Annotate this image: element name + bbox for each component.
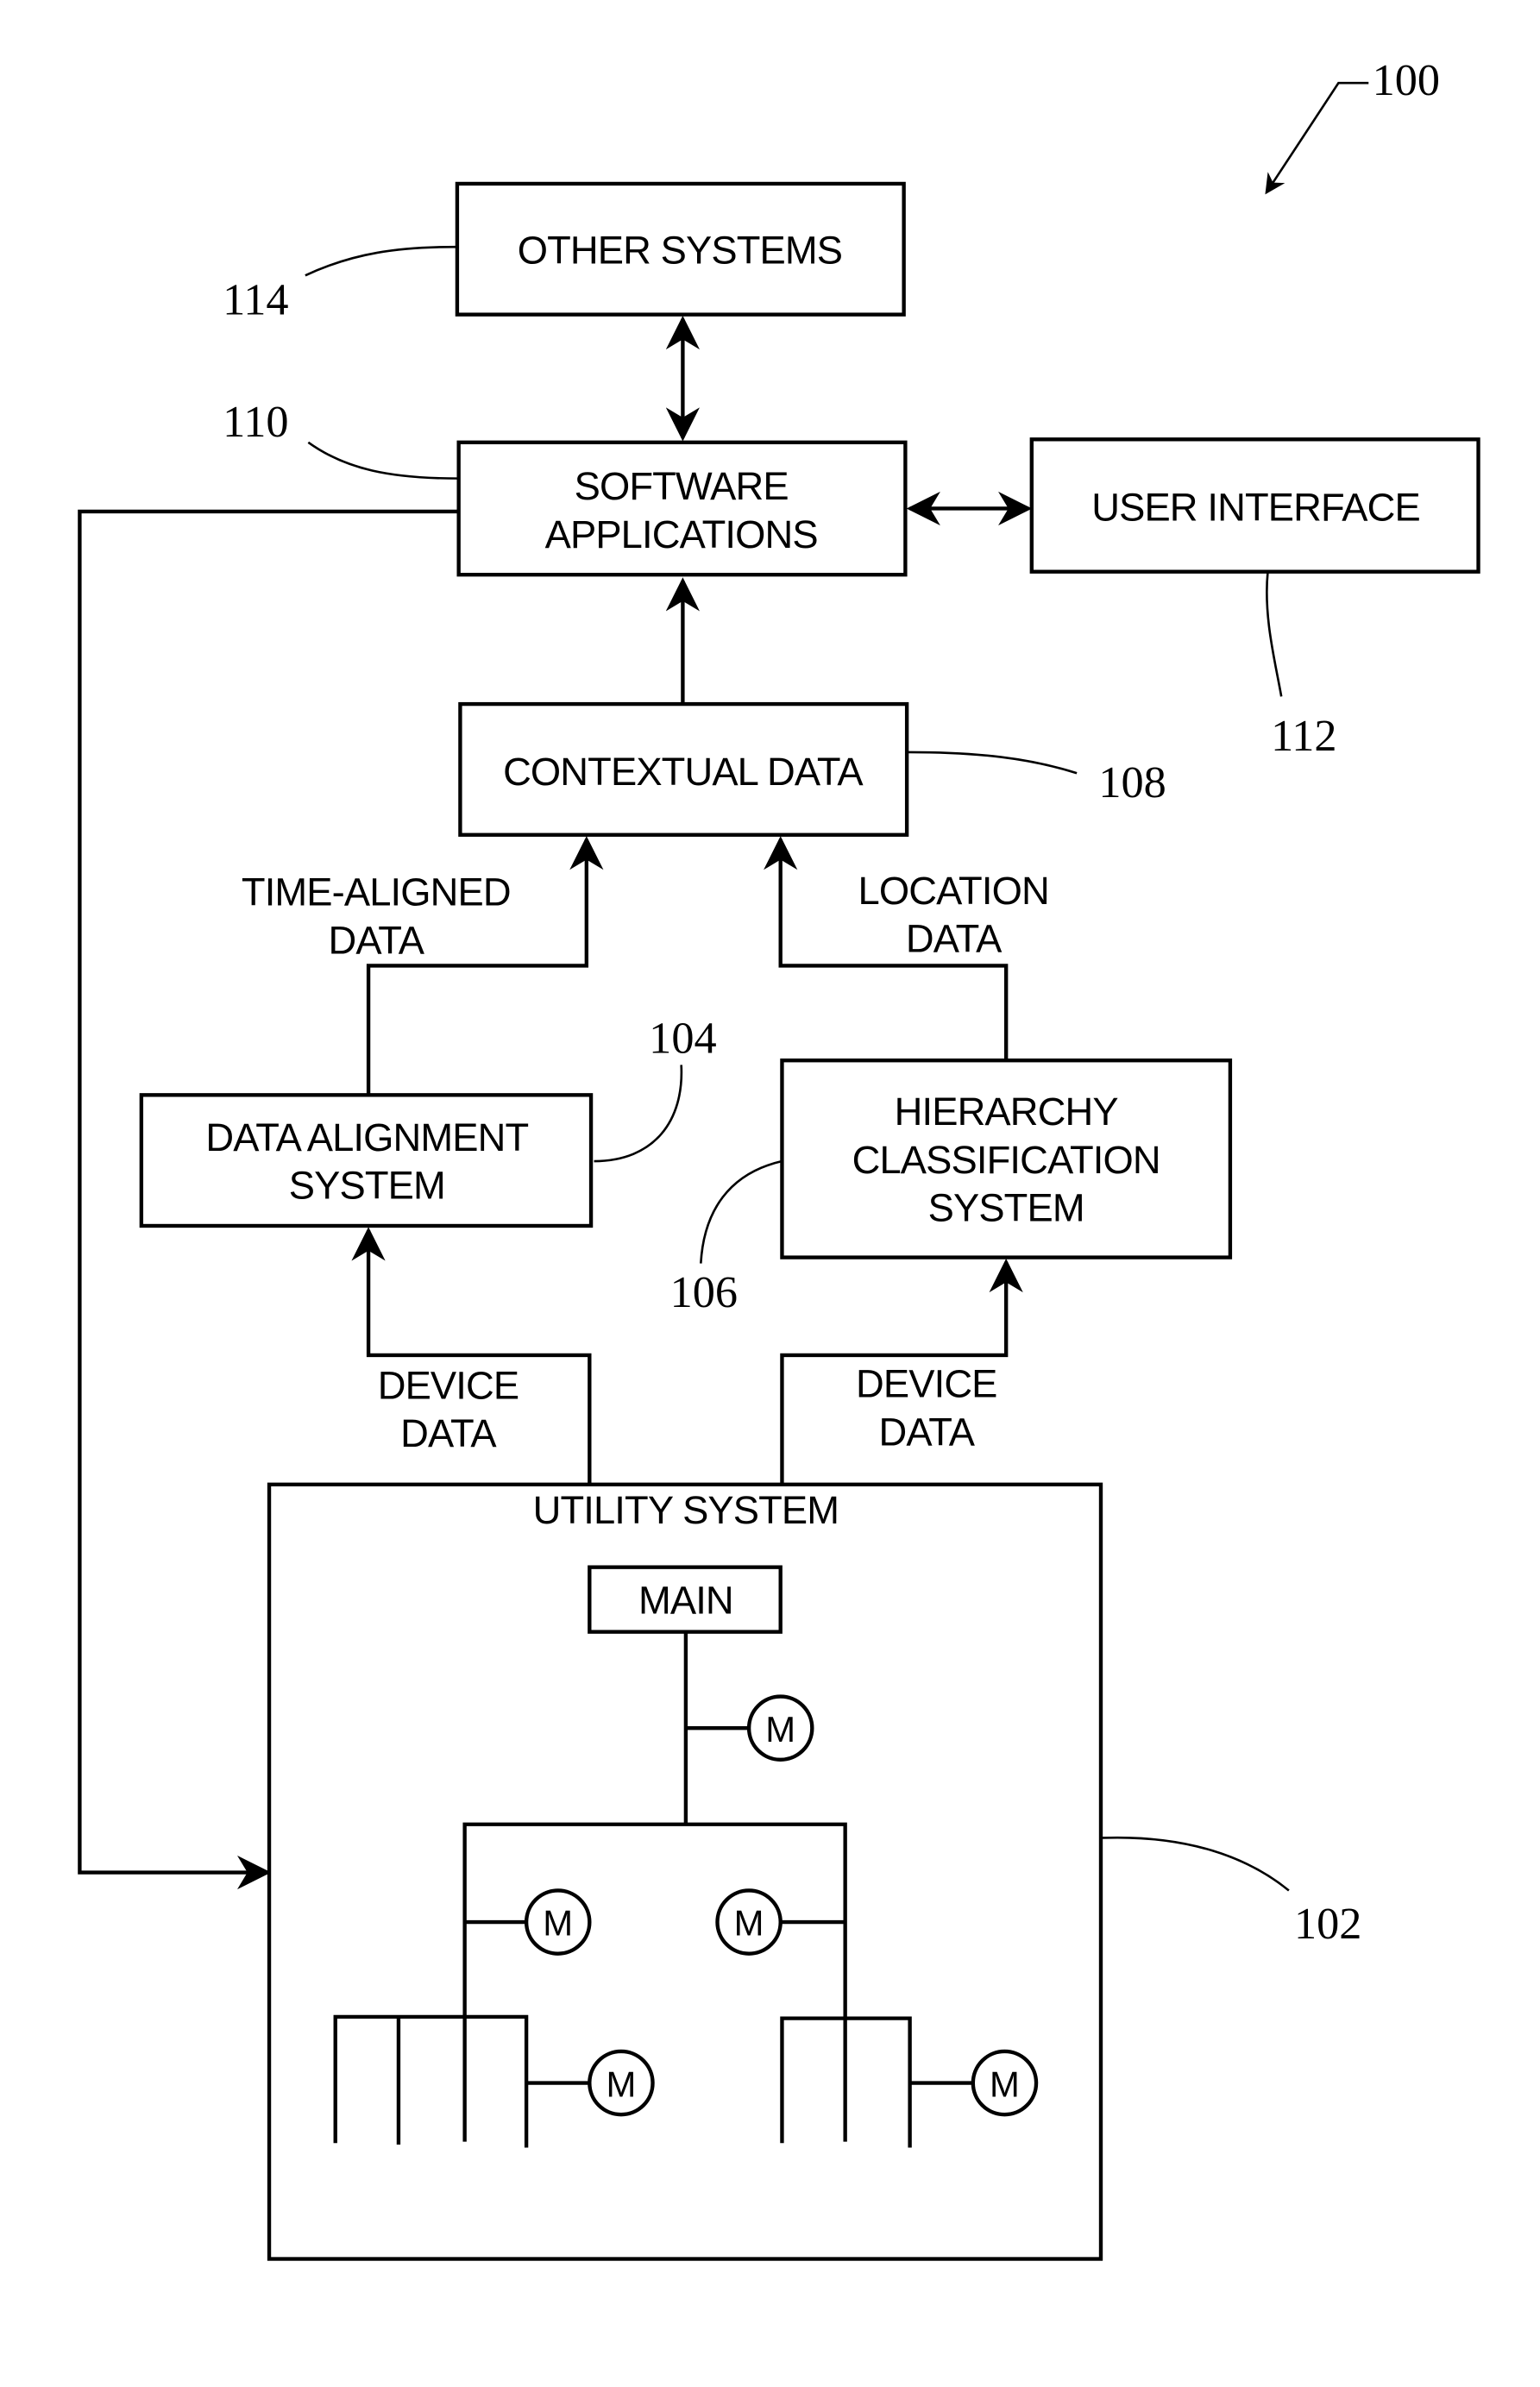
- figure-ref-label: 100: [1373, 55, 1440, 105]
- ref-112: 112: [1271, 711, 1336, 761]
- figure-reference: 100: [1265, 55, 1440, 195]
- data-alignment-line-2: SYSTEM: [289, 1164, 445, 1208]
- software-label-line-2: APPLICATIONS: [545, 512, 818, 556]
- ref-114: 114: [223, 275, 288, 325]
- meter-label: M: [543, 1903, 573, 1944]
- hierarchy-line-3: SYSTEM: [928, 1186, 1084, 1230]
- software-label-line-1: SOFTWARE: [575, 464, 789, 508]
- leader-110: [307, 441, 459, 480]
- meter-label: M: [990, 2063, 1020, 2104]
- ref-110: 110: [223, 397, 288, 447]
- data-alignment-line-1: DATA ALIGNMENT: [205, 1115, 528, 1159]
- ref-102: 102: [1294, 1899, 1361, 1949]
- time-aligned-line-2: DATA: [328, 918, 424, 962]
- hierarchy-line-2: CLASSIFICATION: [852, 1138, 1160, 1182]
- location-line-1: LOCATION: [858, 869, 1049, 913]
- device-left-line-1: DEVICE: [378, 1363, 519, 1407]
- user-interface-block: USER INTERFACE: [1029, 437, 1480, 574]
- leader-106: [700, 1159, 783, 1264]
- meter-label: M: [765, 1709, 795, 1749]
- location-line-2: DATA: [906, 917, 1003, 961]
- device-right-line-2: DATA: [878, 1410, 975, 1454]
- figure-ref-arrow: [1265, 81, 1369, 195]
- ref-106: 106: [670, 1267, 738, 1317]
- time-aligned-line-1: TIME-ALIGNED: [242, 870, 511, 914]
- leader-104: [594, 1065, 683, 1163]
- device-left-line-2: DATA: [400, 1411, 497, 1455]
- utility-system-label: UTILITY SYSTEM: [533, 1488, 839, 1532]
- ref-104: 104: [649, 1014, 716, 1064]
- user-interface-label: USER INTERFACE: [1091, 485, 1420, 529]
- other-systems-label: OTHER SYSTEMS: [518, 228, 842, 272]
- data-alignment-block: DATA ALIGNMENT SYSTEM: [139, 1093, 594, 1228]
- main-label: MAIN: [638, 1579, 733, 1623]
- contextual-data-label: CONTEXTUAL DATA: [503, 750, 864, 794]
- meter-label: M: [734, 1903, 764, 1944]
- software-applications-block: SOFTWARE APPLICATIONS: [456, 440, 908, 577]
- hierarchy-classification-block: HIERARCHY CLASSIFICATION SYSTEM: [780, 1058, 1233, 1259]
- leader-108: [908, 751, 1078, 775]
- hierarchy-line-1: HIERARCHY: [895, 1090, 1119, 1134]
- leader-114: [305, 245, 457, 277]
- device-right-line-1: DEVICE: [856, 1362, 996, 1406]
- meter-label: M: [607, 2063, 637, 2104]
- utility-system-block: UTILITY SYSTEM MAIN M M M M M: [267, 1482, 1103, 2261]
- leader-102: [1102, 1836, 1290, 1892]
- leader-112: [1266, 571, 1283, 697]
- contextual-data-block: CONTEXTUAL DATA: [458, 701, 909, 837]
- other-systems-block: OTHER SYSTEMS: [455, 181, 906, 317]
- ref-108: 108: [1098, 757, 1166, 807]
- block-diagram: 100 OTHER SYSTEMS 114 SOFTWARE APPLICATI…: [78, 55, 1480, 2261]
